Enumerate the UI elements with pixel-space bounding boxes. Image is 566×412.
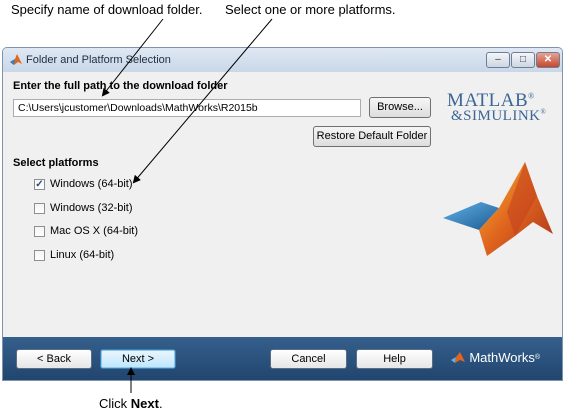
dialog-content: Enter the full path to the download fold… [3,72,562,337]
platform-label: Mac OS X (64-bit) [50,225,139,237]
folder-path-input[interactable] [13,99,361,117]
dialog-window: Folder and Platform Selection – □ ✕ Ente… [2,47,563,381]
mathworks-text: MathWorks [469,350,535,365]
restore-default-folder-button[interactable]: Restore Default Folder [313,126,431,147]
mac-64-checkbox[interactable] [34,225,45,237]
mathworks-membrane-icon [451,351,466,363]
maximize-icon: □ [519,54,527,65]
cancel-button[interactable]: Cancel [270,349,347,369]
matlab-membrane-logo [443,162,553,256]
callout-platforms: Select one or more platforms. [225,2,396,17]
platform-label: Windows (64-bit) [50,178,133,190]
simulink-reg: ® [540,108,547,116]
simulink-wordmark: &SIMULINK® [451,108,546,125]
windows-32-checkbox[interactable] [34,202,45,214]
mathworks-reg: ® [534,354,540,361]
close-button[interactable]: ✕ [536,52,560,68]
matlab-reg: ® [528,91,535,101]
title-bar[interactable]: Folder and Platform Selection – □ ✕ [3,48,562,73]
platform-linux-64[interactable]: Linux (64-bit) [34,248,114,262]
folder-label: Enter the full path to the download fold… [13,80,228,92]
bottom-nav-bar: < Back Next > Cancel Help MathWorks ® [3,337,562,380]
minimize-icon: – [495,54,501,65]
callout-click-next: Click Next. [99,396,163,411]
maximize-button[interactable]: □ [511,52,535,68]
back-button[interactable]: < Back [16,349,92,369]
minimize-button[interactable]: – [486,52,510,68]
callout-click-prefix: Click [99,396,131,411]
next-button[interactable]: Next > [100,349,176,369]
mathworks-logo: MathWorks ® [450,350,540,365]
platforms-label: Select platforms [13,157,99,169]
windows-64-checkbox[interactable]: ✓ [34,178,45,190]
check-icon: ✓ [35,178,44,190]
matlab-app-icon [10,54,22,65]
window-title: Folder and Platform Selection [26,54,171,66]
linux-64-checkbox[interactable] [34,249,45,261]
ampersand-text: & [451,108,464,124]
platform-mac-64[interactable]: Mac OS X (64-bit) [34,224,138,238]
platform-windows-64[interactable]: ✓ Windows (64-bit) [34,177,133,191]
help-button[interactable]: Help [356,349,433,369]
callout-folder: Specify name of download folder. [11,2,203,17]
callout-click-suffix: . [158,396,163,411]
simulink-text: SIMULINK [463,108,541,124]
browse-button[interactable]: Browse... [369,97,431,118]
platform-label: Linux (64-bit) [50,249,115,261]
close-icon: ✕ [543,54,553,65]
platform-label: Windows (32-bit) [50,202,133,214]
platform-windows-32[interactable]: Windows (32-bit) [34,201,133,215]
callout-click-bold: Next [130,396,159,411]
